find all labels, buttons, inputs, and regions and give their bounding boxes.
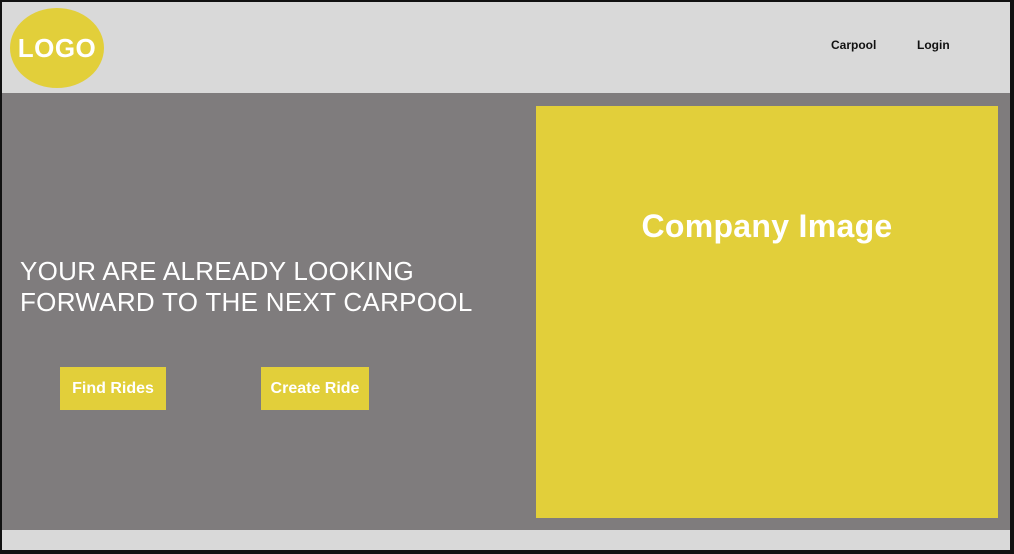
create-ride-button[interactable]: Create Ride [261, 367, 369, 410]
find-rides-button[interactable]: Find Rides [60, 367, 166, 410]
company-image-placeholder: Company Image [536, 106, 998, 518]
company-image-label: Company Image [641, 208, 893, 244]
header: LOGO Carpool Login [2, 2, 1010, 93]
hero-headline: YOUR ARE ALREADY LOOKING FORWARD TO THE … [20, 256, 520, 318]
footer [2, 530, 1010, 550]
page-frame: LOGO Carpool Login YOUR ARE ALREADY LOOK… [2, 2, 1010, 550]
nav-login-link[interactable]: Login [917, 38, 950, 52]
hero-headline-line-1: YOUR ARE ALREADY LOOKING [20, 256, 414, 286]
logo-text: LOGO [17, 32, 97, 63]
nav-carpool-link[interactable]: Carpool [831, 38, 876, 52]
logo[interactable]: LOGO [10, 8, 104, 88]
hero-section: YOUR ARE ALREADY LOOKING FORWARD TO THE … [2, 93, 1010, 530]
hero-headline-line-2: FORWARD TO THE NEXT CARPOOL [20, 287, 473, 317]
